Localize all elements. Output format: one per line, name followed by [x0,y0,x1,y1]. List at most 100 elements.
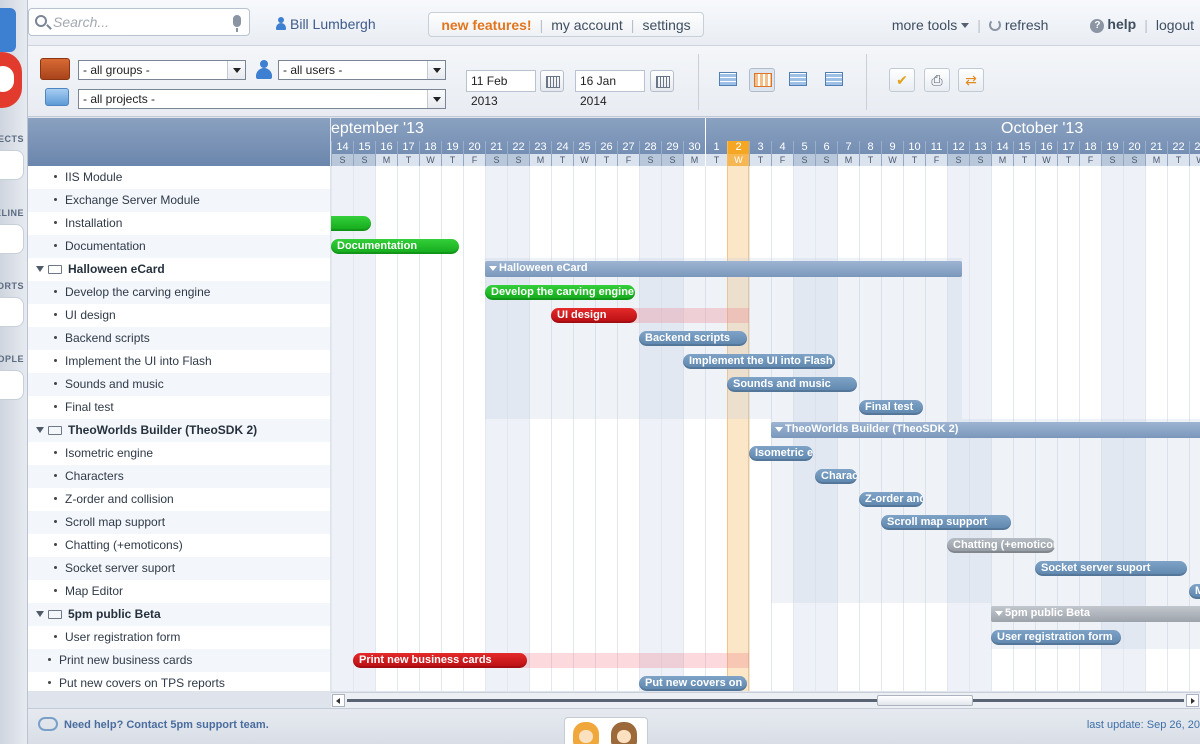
checkmark-button[interactable]: ✔ [889,68,915,92]
help-link[interactable]: ? help [1090,16,1136,33]
task-bar[interactable]: Isometric engine [749,446,813,461]
task-bar[interactable]: Installation [331,216,371,231]
project-bar[interactable]: 5pm public Beta [991,606,1200,622]
scroll-right-button[interactable] [1186,694,1199,707]
groups-select[interactable]: - all groups - [78,60,246,80]
task-bar[interactable]: Sounds and music [727,377,857,392]
bullet-icon [54,313,57,316]
task-list: IIS Module Exchange Server Module Installa… [28,118,330,691]
day-header: 3T [749,141,771,166]
task-row[interactable]: Print new business cards [28,649,330,672]
task-bar[interactable]: Map Editor [1189,584,1200,599]
groups-folder-icon [40,58,70,80]
view-list-button[interactable] [715,68,741,92]
grid-view-icon [825,72,843,86]
view-timeline-button[interactable] [749,68,775,92]
projects-select[interactable]: - all projects - [78,89,446,109]
print-button[interactable]: ⎙ [924,68,950,92]
task-row[interactable]: User registration form [28,626,330,649]
day-header: 23W [1189,141,1200,166]
support-link[interactable]: Need help? Contact 5pm support team. [38,717,269,731]
help-icon: ? [1090,19,1105,33]
chevron-down-icon [427,61,445,79]
task-row[interactable]: Chatting (+emoticons) [28,534,330,557]
search-icon [35,15,47,27]
microphone-icon[interactable] [233,15,241,32]
more-tools-menu[interactable]: more tools [892,17,970,33]
project-row[interactable]: 5pm public Beta [28,603,330,626]
my-account-link[interactable]: my account [551,17,623,33]
task-row[interactable]: Implement the UI into Flash [28,350,330,373]
task-row[interactable]: Documentation [28,235,330,258]
task-bar[interactable]: Print new business cards [353,653,527,668]
task-row[interactable]: Final test [28,396,330,419]
task-row[interactable]: Installation [28,212,330,235]
project-row[interactable]: Halloween eCard [28,258,330,281]
day-header: 22 T [1167,141,1189,166]
task-row[interactable]: Characters [28,465,330,488]
new-features-link[interactable]: new features! [441,17,531,33]
refresh-button[interactable]: refresh [988,17,1048,33]
task-bar[interactable]: UI design [551,308,637,323]
logout-link[interactable]: logout [1156,17,1194,33]
task-row[interactable]: Exchange Server Module [28,189,330,212]
day-header: 16 M [375,141,397,166]
task-row[interactable]: UI design [28,304,330,327]
chevron-down-icon[interactable] [36,611,44,617]
task-bar[interactable]: Final test [859,400,923,415]
task-bar[interactable]: Characters [815,469,857,484]
task-bar[interactable]: Chatting (+emoticons) [947,538,1055,553]
users-select[interactable]: - all users - [278,60,446,80]
day-header: 18 W [419,141,441,166]
task-row[interactable]: Put new covers on TPS reports [28,672,330,691]
projects-folder-icon [45,88,69,106]
end-calendar-icon[interactable] [650,70,674,92]
search-box[interactable] [28,8,250,36]
chevron-down-icon[interactable] [36,427,44,433]
task-bar[interactable]: Backend scripts [639,331,747,346]
task-row[interactable]: Isometric engine [28,442,330,465]
task-row[interactable]: Map Editor [28,580,330,603]
task-bar[interactable]: Z-order and collision [859,492,923,507]
project-bar[interactable]: Halloween eCard [485,261,963,277]
avatar[interactable] [611,722,637,744]
task-row[interactable]: Sounds and music [28,373,330,396]
day-header: 21 S [485,141,507,166]
task-bar[interactable]: Scroll map support [881,515,1011,530]
refresh-icon [988,18,1001,31]
view-calendar-button[interactable] [785,68,811,92]
task-label: User registration form [65,630,181,644]
scroll-thumb[interactable] [877,695,973,706]
task-row[interactable]: Z-order and collision [28,488,330,511]
search-input[interactable] [53,13,223,31]
task-bar[interactable]: Put new covers on TPS reports [639,676,747,691]
project-row[interactable]: TheoWorlds Builder (TheoSDK 2) [28,419,330,442]
task-bar[interactable]: Documentation [331,239,459,254]
scroll-left-button[interactable] [332,694,345,707]
user-link[interactable]: Bill Lumbergh [276,16,376,32]
task-bar[interactable]: Implement the UI into Flash [683,354,835,369]
task-row[interactable]: Scroll map support [28,511,330,534]
day-column [639,166,661,691]
avatar-tray[interactable] [564,717,648,744]
start-calendar-icon[interactable] [540,70,564,92]
chevron-down-icon[interactable] [36,266,44,272]
bullet-icon [54,290,57,293]
task-row[interactable]: Backend scripts [28,327,330,350]
task-row[interactable]: IIS Module [28,166,330,189]
task-row[interactable]: Socket server suport [28,557,330,580]
task-bar[interactable]: Develop the carving engine [485,285,635,300]
view-grid-button[interactable] [821,68,847,92]
app-logo[interactable] [0,8,22,108]
task-row[interactable]: Develop the carving engine [28,281,330,304]
horizontal-scrollbar[interactable] [331,692,1200,708]
avatar[interactable] [573,722,599,744]
settings-link[interactable]: settings [642,17,690,33]
sync-button[interactable]: ⇄ [958,68,984,92]
task-bar[interactable]: User registration form [991,630,1121,645]
project-bar[interactable]: TheoWorlds Builder (TheoSDK 2) [771,422,1200,438]
task-bar[interactable]: Socket server suport [1035,561,1187,576]
start-date-input[interactable]: 11 Feb 2013 [466,70,536,108]
end-date-input[interactable]: 16 Jan 2014 [575,70,645,108]
day-header: 27 F [617,141,639,166]
